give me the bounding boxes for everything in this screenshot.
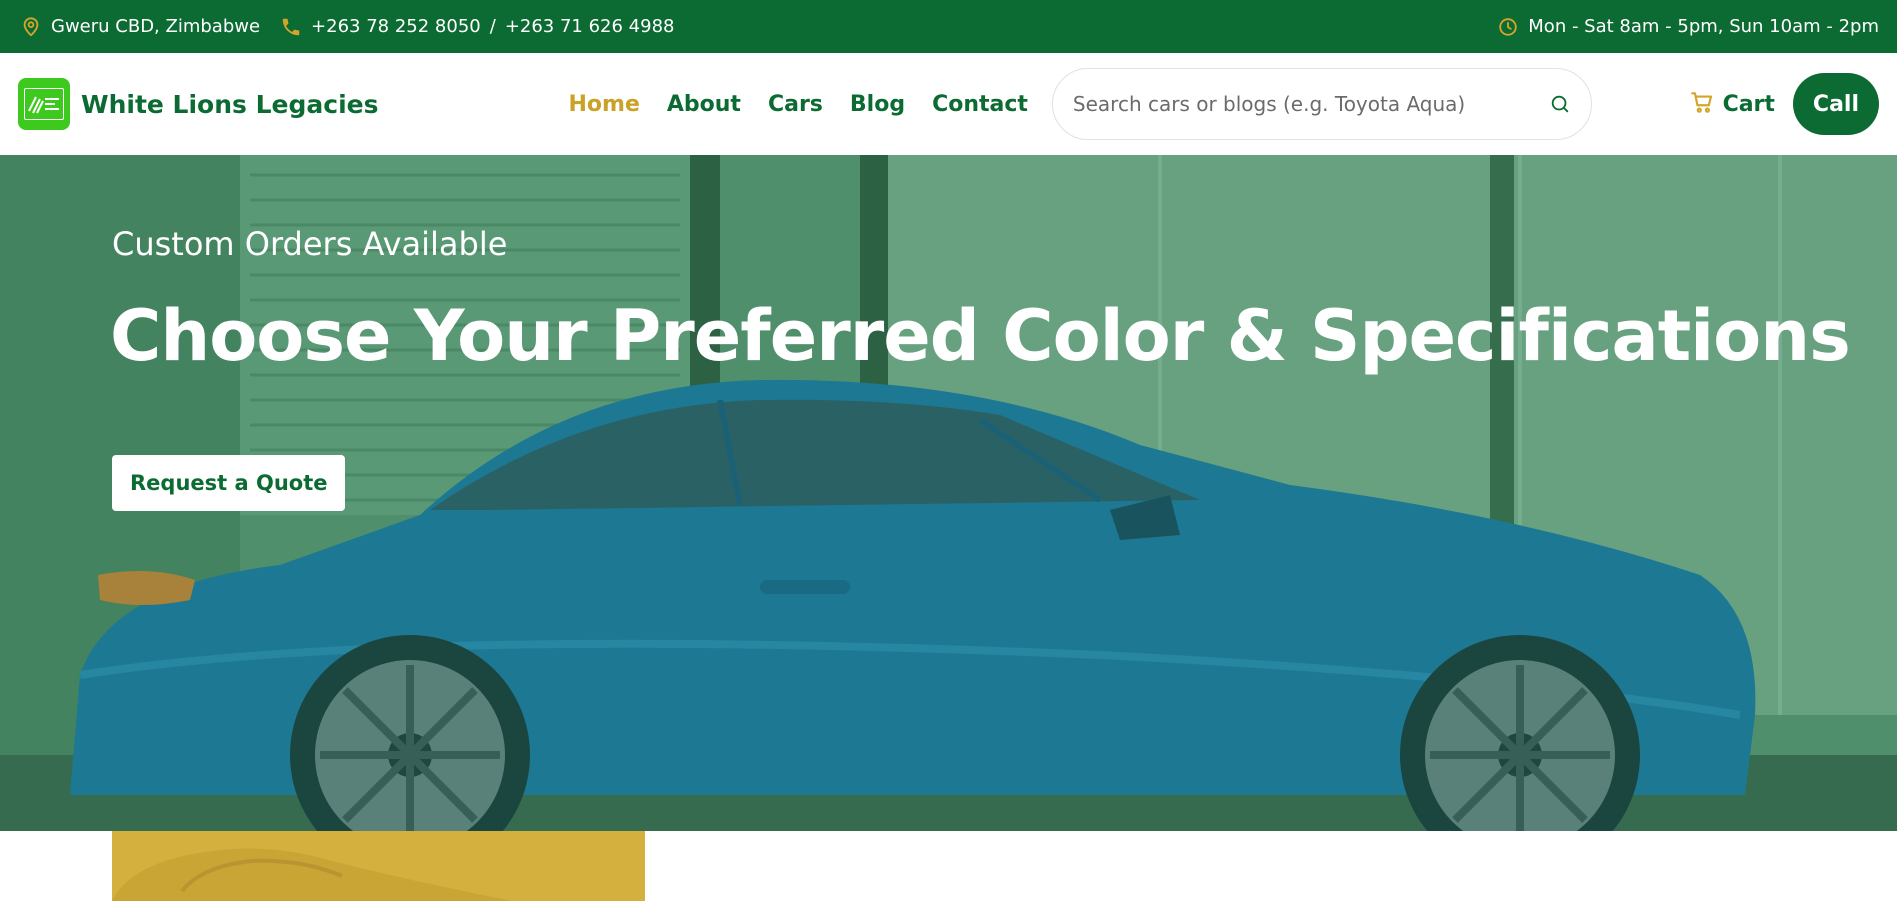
map-pin-icon xyxy=(20,16,42,38)
nav-blog-link[interactable]: Blog xyxy=(850,92,905,117)
search-icon[interactable] xyxy=(1547,91,1573,117)
cart-label: Cart xyxy=(1722,91,1775,117)
hero-subtitle: Custom Orders Available xyxy=(112,225,508,263)
logo-mark-icon xyxy=(24,88,64,120)
contact-info: Gweru CBD, Zimbabwe +263 78 252 8050 / +… xyxy=(20,16,675,38)
hero-title: Choose Your Preferred Color & Specificat… xyxy=(110,295,1851,377)
hours-info: Mon - Sat 8am - 5pm, Sun 10am - 2pm xyxy=(1497,16,1879,38)
search-box xyxy=(1051,68,1592,140)
feature-card xyxy=(94,831,1804,901)
hours-text: Mon - Sat 8am - 5pm, Sun 10am - 2pm xyxy=(1528,16,1879,37)
phone-info: +263 78 252 8050 / +263 71 626 4988 xyxy=(280,16,675,38)
nav-home-link[interactable]: Home xyxy=(569,92,640,117)
phone-1-link[interactable]: +263 78 252 8050 xyxy=(311,16,481,37)
location-text: Gweru CBD, Zimbabwe xyxy=(51,16,261,37)
nav-about-link[interactable]: About xyxy=(667,92,741,117)
brand-logo xyxy=(18,78,70,130)
phone-2-link[interactable]: +263 71 626 4988 xyxy=(505,16,675,37)
clock-icon xyxy=(1497,16,1519,38)
hero-section: Custom Orders Available Choose Your Pref… xyxy=(0,155,1897,831)
request-quote-button[interactable]: Request a Quote xyxy=(112,455,346,511)
main-nav: Home About Cars Blog Contact xyxy=(569,92,1055,117)
nav-contact-link[interactable]: Contact xyxy=(932,92,1028,117)
main-header: White Lions Legacies Home About Cars Blo… xyxy=(0,53,1897,155)
location-info: Gweru CBD, Zimbabwe xyxy=(20,16,260,38)
search-input[interactable] xyxy=(1072,92,1547,116)
cart-link[interactable]: Cart xyxy=(1689,89,1775,119)
cart-icon xyxy=(1689,89,1715,119)
top-info-bar: Gweru CBD, Zimbabwe +263 78 252 8050 / +… xyxy=(0,0,1897,53)
card-car-image xyxy=(112,831,645,901)
hours-item: Mon - Sat 8am - 5pm, Sun 10am - 2pm xyxy=(1497,16,1879,38)
phone-icon xyxy=(280,16,302,38)
nav-cars-link[interactable]: Cars xyxy=(768,92,823,117)
phone-separator: / xyxy=(489,16,496,37)
brand-name: White Lions Legacies xyxy=(81,89,379,119)
call-button[interactable]: Call xyxy=(1792,73,1879,135)
brand-link[interactable]: White Lions Legacies xyxy=(18,78,379,130)
